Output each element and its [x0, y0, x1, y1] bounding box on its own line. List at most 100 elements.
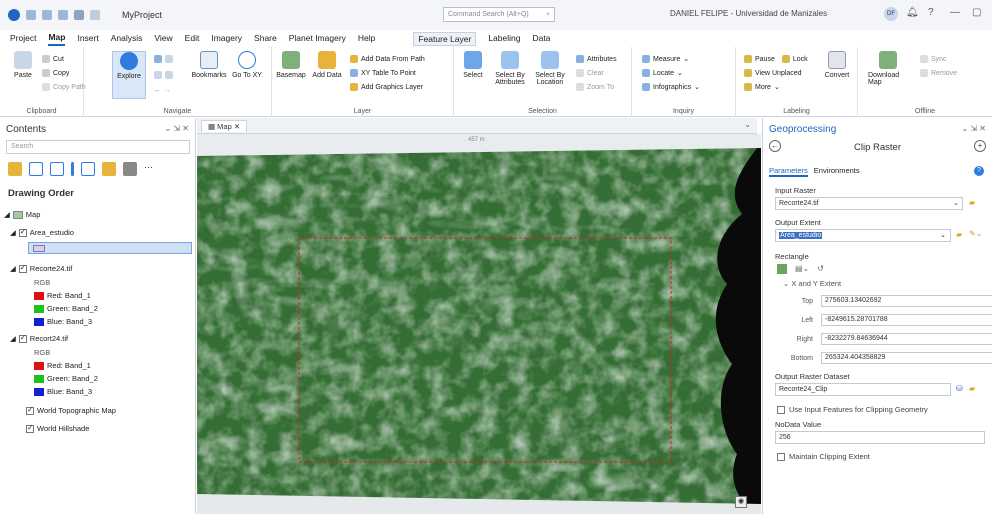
add-graphics-layer-button[interactable]: Add Graphics Layer	[350, 83, 423, 91]
restore-button[interactable]: ▢	[972, 7, 981, 18]
red-swatch[interactable]	[34, 291, 44, 300]
drawing-order-icon[interactable]	[8, 162, 22, 176]
tab-environments[interactable]: Environments	[814, 166, 860, 177]
selected-symbol-row[interactable]	[28, 242, 192, 254]
attributes-button[interactable]: Attributes	[576, 55, 617, 63]
selection-list-icon[interactable]	[50, 162, 64, 176]
open-project-icon[interactable]	[42, 10, 52, 20]
top-input[interactable]: 275603.13402692	[821, 295, 992, 307]
map-canvas[interactable]: ◉	[197, 134, 761, 514]
basemap-button[interactable]: Basemap	[274, 51, 308, 79]
tab-insert[interactable]: Insert	[77, 33, 98, 45]
tab-map[interactable]: Map	[48, 32, 66, 46]
layer-visibility-checkbox[interactable]	[18, 333, 27, 343]
use-input-features-option[interactable]: Use Input Features for Clipping Geometry	[777, 405, 928, 414]
tab-parameters[interactable]: Parameters	[769, 166, 808, 177]
project-name[interactable]: MyProject	[122, 10, 162, 20]
use-input-features-checkbox[interactable]	[777, 405, 785, 414]
snapping-icon[interactable]	[81, 162, 95, 176]
pane-options-icon[interactable]: ⌄ ⇲ ✕	[961, 124, 986, 133]
select-by-attributes-button[interactable]: Select By Attributes	[492, 51, 528, 86]
right-input[interactable]: -8232279.84636944	[821, 333, 992, 345]
locate-button[interactable]: Locate ⌄	[642, 69, 683, 77]
layer-recort24[interactable]: ◢ Recort24.tif	[10, 333, 68, 344]
tab-edit[interactable]: Edit	[185, 33, 200, 45]
editing-icon[interactable]	[71, 162, 74, 176]
measure-button[interactable]: Measure ⌄	[642, 55, 689, 63]
green-swatch[interactable]	[34, 304, 44, 313]
download-map-button[interactable]: Download Map	[868, 51, 908, 86]
tab-planet-imagery[interactable]: Planet Imagery	[289, 33, 346, 45]
add-data-from-path-button[interactable]: Add Data From Path	[350, 55, 425, 63]
zoom-to-selection-button[interactable]: Zoom To	[576, 83, 614, 91]
left-input[interactable]: -8249615.28701788	[821, 314, 992, 326]
undo-icon[interactable]	[74, 10, 84, 20]
chevron-down-icon[interactable]: ⌄	[953, 199, 959, 207]
command-search-input[interactable]: Command Search (Alt+Q) ⌕	[443, 7, 555, 22]
layer-area-estudio[interactable]: ◢ Area_estudio	[10, 227, 74, 238]
output-raster-field[interactable]: Recorte24_Clip	[775, 383, 951, 396]
maintain-clipping-extent-checkbox[interactable]	[777, 452, 785, 461]
labeling-icon[interactable]	[102, 162, 116, 176]
collapse-arrow-icon[interactable]: ◢	[10, 264, 16, 273]
paste-extent-icon[interactable]: ▤⌄	[795, 264, 809, 274]
tab-analysis[interactable]: Analysis	[111, 33, 143, 45]
copy-button[interactable]: Copy	[42, 69, 69, 77]
layer-recorte24[interactable]: ◢ Recorte24.tif	[10, 263, 72, 274]
layer-visibility-checkbox[interactable]	[18, 263, 27, 273]
view-unplaced-button[interactable]: View Unplaced	[744, 69, 802, 77]
layer-world-topographic-map[interactable]: World Topographic Map	[26, 405, 116, 415]
map-tree-item[interactable]: ◢ Map	[4, 210, 40, 219]
polygon-symbol-icon[interactable]	[33, 245, 45, 252]
copy-path-button[interactable]: Copy Path	[42, 83, 86, 91]
tab-data[interactable]: Data	[532, 33, 550, 45]
save-icon[interactable]	[58, 10, 68, 20]
tab-imagery[interactable]: Imagery	[211, 33, 242, 45]
pause-labels-button[interactable]: Pause Lock	[744, 55, 808, 63]
map-navigator-icon[interactable]: ◉	[735, 496, 747, 508]
blue-swatch[interactable]	[34, 317, 44, 326]
add-data-button[interactable]: Add Data	[310, 51, 344, 79]
signed-in-user[interactable]: DANIEL FELIPE - Universidad de Manizales	[670, 9, 827, 18]
perspective-icon[interactable]	[123, 162, 137, 176]
more-labeling-button[interactable]: More ⌄	[744, 83, 780, 91]
close-icon[interactable]: ✕	[234, 122, 240, 131]
minimize-button[interactable]: —	[950, 7, 960, 18]
avatar[interactable]: DF	[884, 7, 898, 21]
back-forward[interactable]: ← →	[154, 87, 171, 94]
collapse-arrow-icon[interactable]: ◢	[10, 334, 16, 343]
sketch-extent-icon[interactable]: ✎⌄	[969, 229, 982, 238]
chevron-down-icon[interactable]: ⌄	[939, 231, 947, 239]
browse-folder-icon[interactable]: ▰	[969, 384, 975, 393]
collapse-arrow-icon[interactable]: ◢	[4, 210, 10, 219]
database-icon[interactable]: ⛁	[956, 384, 963, 393]
layer-visibility-checkbox[interactable]	[18, 227, 27, 237]
explore-button[interactable]: Explore	[112, 51, 146, 99]
cut-button[interactable]: Cut	[42, 55, 64, 63]
input-raster-field[interactable]: Recorte24.tif ⌄	[775, 197, 963, 210]
select-button[interactable]: Select	[456, 51, 490, 79]
convert-button[interactable]: Convert	[820, 51, 854, 79]
goto-xy-button[interactable]: Go To XY	[230, 51, 264, 79]
reset-icon[interactable]: ↺	[817, 264, 824, 274]
bottom-input[interactable]: 265324.404358829	[821, 352, 992, 364]
remove-button[interactable]: Remove	[920, 69, 957, 77]
clear-selection-button[interactable]: Clear	[576, 69, 604, 77]
layer-world-hillshade[interactable]: World Hillshade	[26, 423, 89, 433]
layer-visibility-checkbox[interactable]	[26, 405, 34, 415]
fixed-zoom-out-icon[interactable]	[154, 71, 173, 79]
bookmarks-button[interactable]: Bookmarks	[192, 51, 227, 79]
layer-visibility-checkbox[interactable]	[26, 423, 34, 433]
notifications-icon[interactable]: 🔔︎	[906, 7, 919, 18]
nodata-field[interactable]: 256	[775, 431, 985, 444]
green-swatch[interactable]	[34, 374, 44, 383]
help-icon[interactable]: ?	[974, 166, 984, 176]
collapse-arrow-icon[interactable]: ◢	[10, 228, 16, 237]
select-by-location-button[interactable]: Select By Location	[532, 51, 568, 86]
zoom-full-extent-icon[interactable]	[154, 55, 173, 63]
tab-labeling[interactable]: Labeling	[488, 33, 520, 45]
tab-project[interactable]: Project	[10, 33, 36, 45]
browse-folder-icon[interactable]: ▰	[956, 230, 962, 239]
contents-search-input[interactable]: Search	[6, 140, 190, 154]
tab-view[interactable]: View	[154, 33, 172, 45]
